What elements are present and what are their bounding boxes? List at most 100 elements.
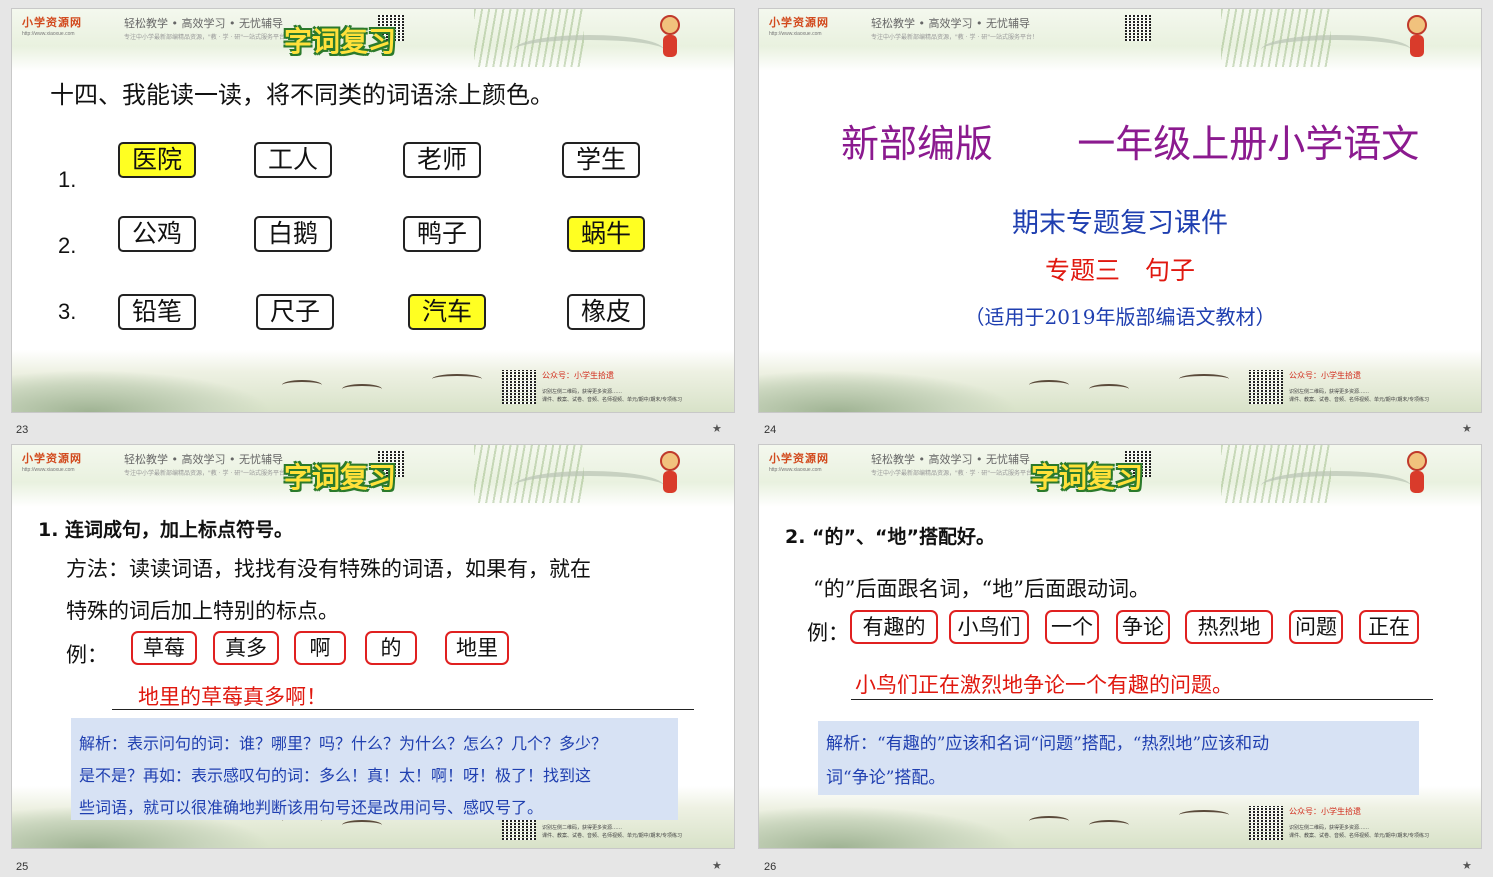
word-box[interactable]: 公鸡 [118, 216, 196, 252]
star-icon[interactable]: ★ [1462, 859, 1472, 872]
hills-decoration [759, 806, 1019, 848]
exercise-heading: 2. “的”、“地”搭配好。 [785, 526, 996, 548]
qr-code-icon [1249, 806, 1283, 840]
slide-footer: 公众号：小学生拾遗 识别左侧二维码，获得更多资源…… 课件、教案、试卷、音频、名… [759, 350, 1481, 412]
analysis-line: 是不是？再如：表示感叹句的词：多么！真！太！啊！呀！极了！找到这 [79, 766, 592, 785]
footer-account: 公众号：小学生拾遗 [1289, 807, 1361, 816]
word-card[interactable]: 争论 [1116, 610, 1170, 644]
bird-icon [1089, 820, 1129, 830]
rule-text: “的”后面跟名词，“地”后面跟动词。 [813, 577, 1150, 601]
bird-icon [282, 380, 322, 390]
title-left: 新部编版 [841, 122, 994, 166]
word-box[interactable]: 铅笔 [118, 294, 196, 330]
word-box[interactable]: 橡皮 [567, 294, 645, 330]
qr-code-icon [1249, 370, 1283, 404]
word-box-highlighted[interactable]: 汽车 [408, 294, 486, 330]
bridge-decoration [514, 35, 664, 65]
deck-note: （适用于2019年版部编语文教材） [964, 305, 1276, 329]
footer-line: 课件、教案、试卷、音频、名师视频、单元/期中/期末/专项练习 [1289, 397, 1430, 403]
site-url: http://www.xiaoxue.com [22, 467, 75, 473]
word-card[interactable]: 一个 [1045, 610, 1099, 644]
word-box[interactable]: 工人 [254, 142, 332, 178]
word-card[interactable]: 的 [365, 631, 417, 665]
bird-icon [1029, 816, 1069, 826]
word-card[interactable]: 地里 [445, 631, 509, 665]
slogan: 轻松教学 • 高效学习 • 无忧辅导 [124, 17, 283, 30]
footer-line: 课件、教案、试卷、音频、名师视频、单元/期中/期末/专项练习 [542, 833, 683, 839]
slide-header: 小学资源网 http://www.xiaoxue.com 轻松教学 • 高效学习… [12, 445, 734, 507]
row-label: 1. [58, 167, 77, 192]
word-card[interactable]: 正在 [1359, 610, 1419, 644]
word-box[interactable]: 尺子 [256, 294, 334, 330]
site-logo: 小学资源网 [769, 16, 829, 29]
slide-number: 26 [764, 861, 777, 873]
slogan: 轻松教学 • 高效学习 • 无忧辅导 [871, 453, 1030, 466]
monkey-icon [1405, 451, 1429, 495]
word-card[interactable]: 真多 [213, 631, 279, 665]
sub-slogan: 专注中小学最新部编精品资源，"教 · 学 · 研"一站式服务平台！ [871, 34, 1038, 41]
word-card[interactable]: 啊 [294, 631, 346, 665]
star-icon[interactable]: ★ [712, 859, 722, 872]
example-label: 例： [66, 643, 108, 667]
slide-24[interactable]: 小学资源网 http://www.xiaoxue.com 轻松教学 • 高效学习… [758, 8, 1482, 413]
footer-line: 识别左侧二维码，获得更多资源…… [1289, 389, 1370, 395]
site-logo: 小学资源网 [769, 452, 829, 465]
sub-slogan: 专注中小学最新部编精品资源，"教 · 学 · 研"一站式服务平台！ [124, 470, 291, 477]
word-card[interactable]: 小鸟们 [949, 610, 1029, 644]
slide-number: 25 [16, 861, 29, 873]
method-text: 方法：读读词语，找找有没有特殊的词语，如果有，就在 [66, 557, 591, 581]
site-url: http://www.xiaoxue.com [769, 31, 822, 37]
footer-line: 课件、教案、试卷、音频、名师视频、单元/期中/期末/专项练习 [1289, 833, 1430, 839]
footer-line: 识别左侧二维码，获得更多资源…… [542, 389, 623, 395]
slide-number: 23 [16, 424, 29, 436]
bridge-decoration [514, 471, 664, 501]
bird-icon [1089, 384, 1129, 394]
slide-23[interactable]: 小学资源网 http://www.xiaoxue.com 轻松教学 • 高效学习… [11, 8, 735, 413]
analysis-box: 解析：表示问句的词：谁？哪里？吗？什么？为什么？怎么？几个？多少？ 是不是？再如… [71, 718, 678, 820]
star-icon[interactable]: ★ [712, 422, 722, 435]
analysis-line: 词“争论”搭配。 [826, 768, 946, 788]
word-card[interactable]: 有趣的 [850, 610, 938, 644]
title-right: 一年级上册小学语文 [1077, 122, 1420, 166]
analysis-line: 些词语，就可以很准确地判断该用句号还是改用问号、感叹号了。 [79, 798, 544, 817]
monkey-icon [658, 451, 682, 495]
word-box[interactable]: 鸭子 [403, 216, 481, 252]
row-label: 2. [58, 233, 77, 258]
site-url: http://www.xiaoxue.com [769, 467, 822, 473]
sub-slogan: 专注中小学最新部编精品资源，"教 · 学 · 研"一站式服务平台！ [871, 470, 1038, 477]
exercise-heading: 十四、我能读一读，将不同类的词语涂上颜色。 [50, 81, 554, 109]
bridge-decoration [1261, 471, 1411, 501]
site-url: http://www.xiaoxue.com [22, 31, 75, 37]
word-box-highlighted[interactable]: 蜗牛 [567, 216, 645, 252]
analysis-line: 解析：表示问句的词：谁？哪里？吗？什么？为什么？怎么？几个？多少？ [79, 734, 608, 753]
word-box[interactable]: 老师 [403, 142, 481, 178]
answer-underline [112, 709, 694, 710]
word-card[interactable]: 问题 [1289, 610, 1343, 644]
qr-code-icon [502, 370, 536, 404]
slide-header: 小学资源网 http://www.xiaoxue.com 轻松教学 • 高效学习… [12, 9, 734, 71]
slogan: 轻松教学 • 高效学习 • 无忧辅导 [124, 453, 283, 466]
method-text: 特殊的词后加上特别的标点。 [66, 599, 339, 623]
monkey-icon [1405, 15, 1429, 59]
hills-decoration [12, 370, 272, 412]
answer-text: 地里的草莓真多啊！ [138, 685, 327, 709]
word-card[interactable]: 草莓 [131, 631, 197, 665]
site-logo: 小学资源网 [22, 452, 82, 465]
slide-26[interactable]: 小学资源网 http://www.xiaoxue.com 轻松教学 • 高效学习… [758, 444, 1482, 849]
analysis-box: 解析：“有趣的”应该和名词“问题”搭配，“热烈地”应该和动 词“争论”搭配。 [818, 721, 1419, 795]
bird-icon [432, 374, 482, 384]
exercise-heading: 1. 连词成句，加上标点符号。 [38, 519, 294, 541]
section-title: 字词复习 [284, 461, 397, 494]
answer-underline [851, 699, 1433, 700]
word-card[interactable]: 热烈地 [1185, 610, 1273, 644]
word-box-highlighted[interactable]: 医院 [118, 142, 196, 178]
row-label: 3. [58, 299, 77, 324]
slide-number: 24 [764, 424, 777, 436]
monkey-icon [658, 15, 682, 59]
slide-25[interactable]: 小学资源网 http://www.xiaoxue.com 轻松教学 • 高效学习… [11, 444, 735, 849]
word-box[interactable]: 学生 [562, 142, 640, 178]
star-icon[interactable]: ★ [1462, 422, 1472, 435]
sub-slogan: 专注中小学最新部编精品资源，"教 · 学 · 研"一站式服务平台！ [124, 34, 291, 41]
word-box[interactable]: 白鹅 [254, 216, 332, 252]
slide-header: 小学资源网 http://www.xiaoxue.com 轻松教学 • 高效学习… [759, 9, 1481, 71]
